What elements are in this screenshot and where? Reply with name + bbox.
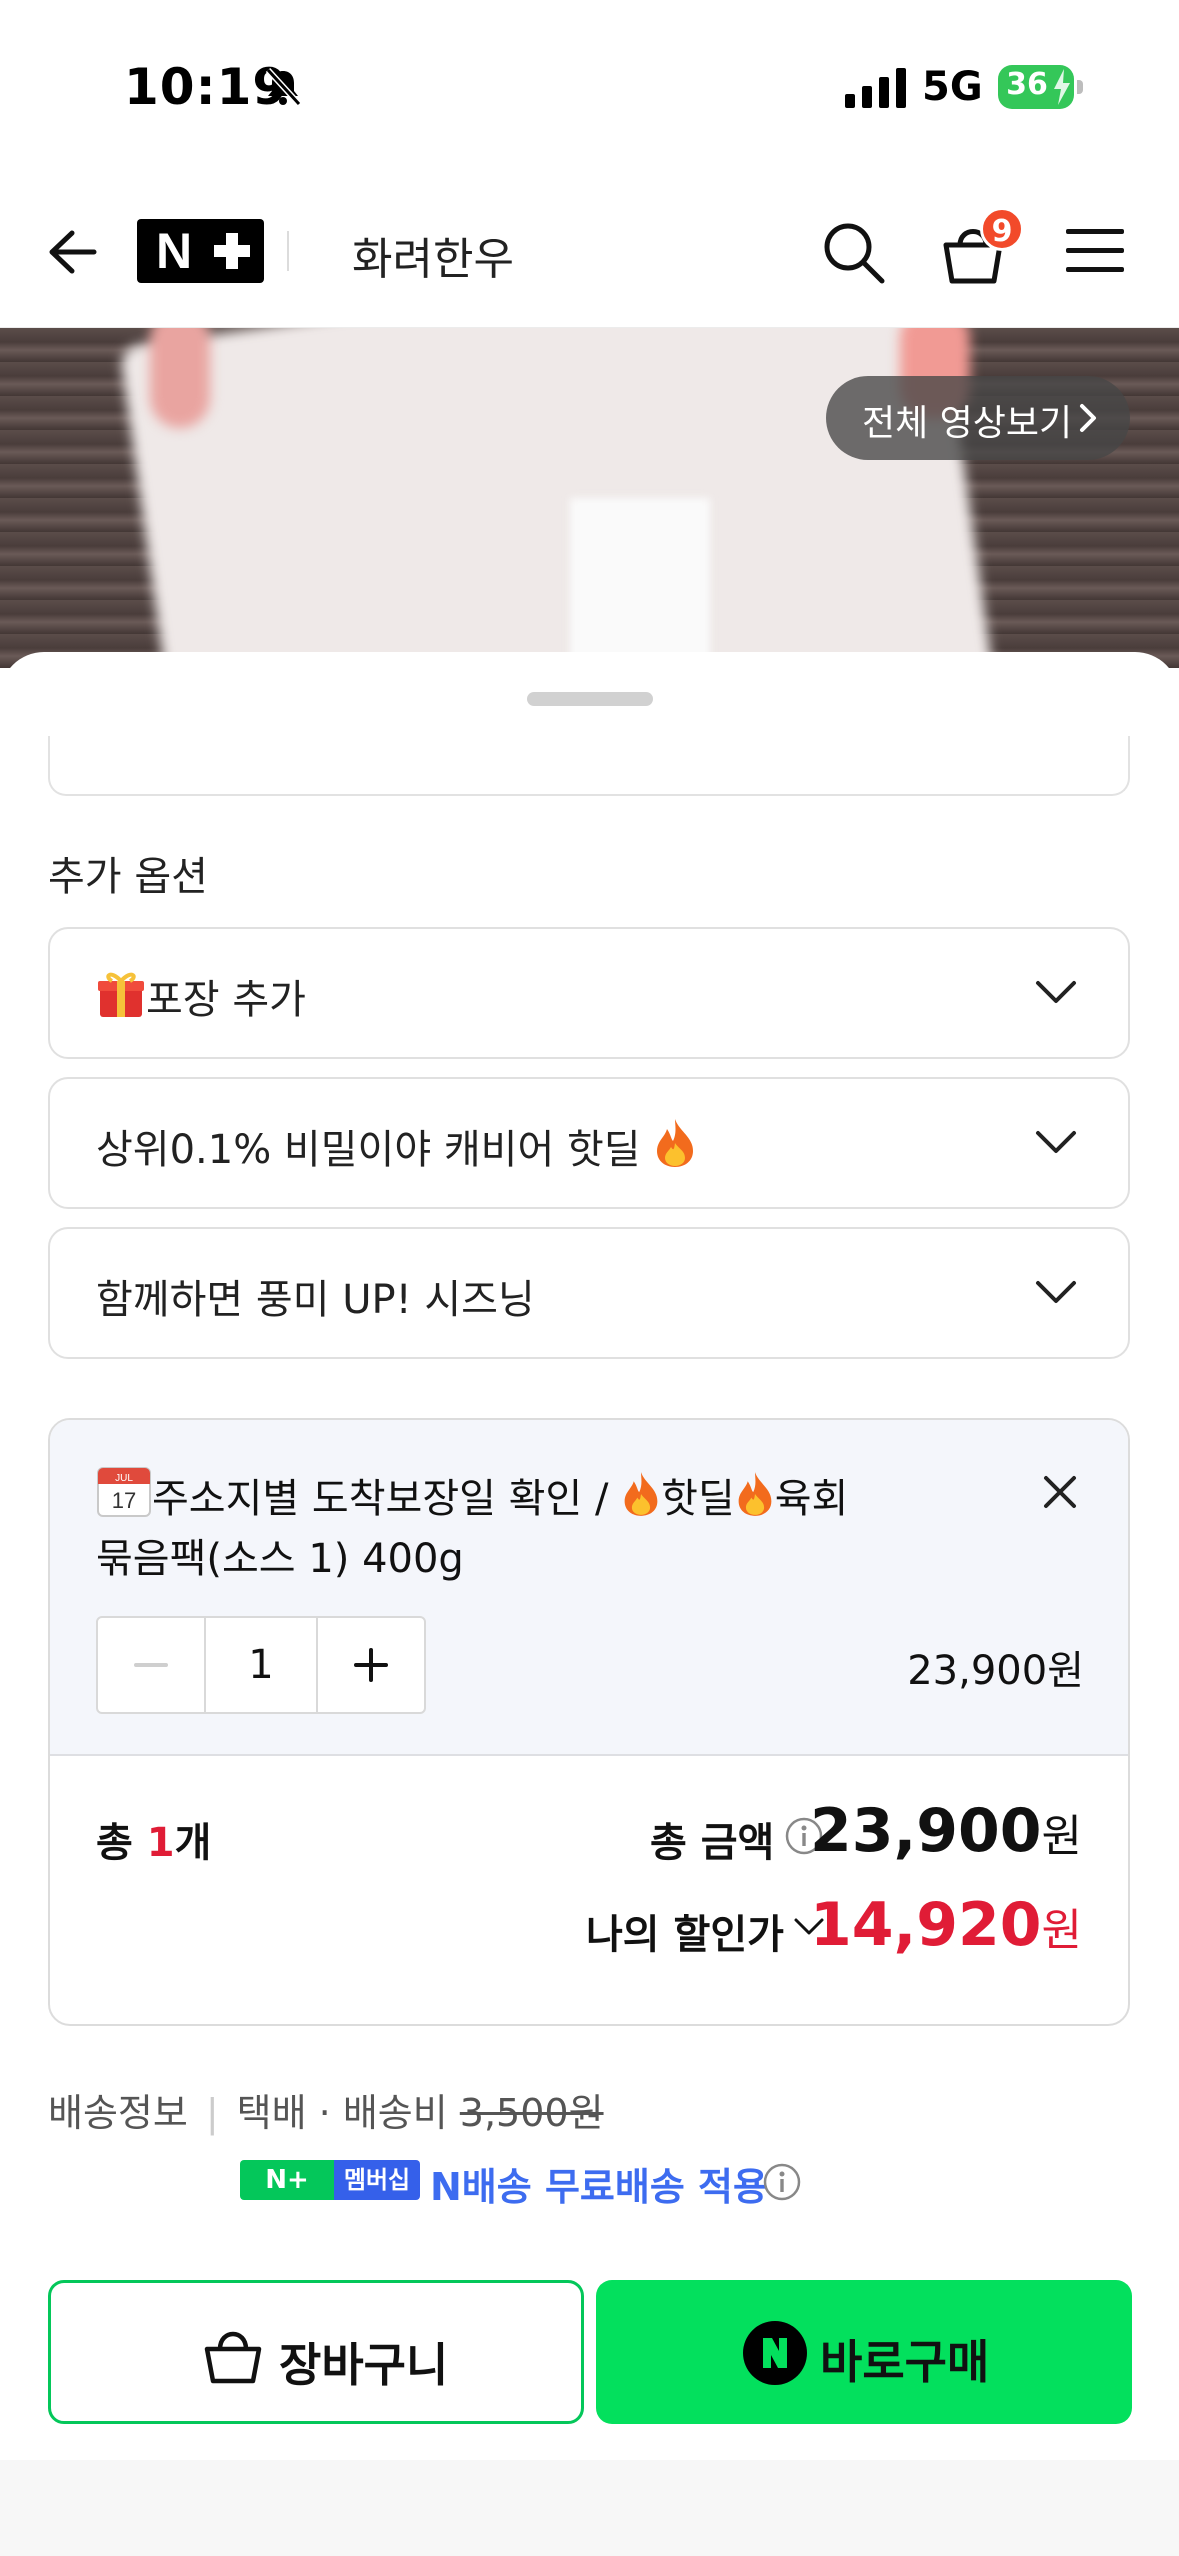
option-select-caviar-hotdeal[interactable]: 상위0.1% 비밀이야 캐비어 핫딜 (48, 1077, 1130, 1209)
discount-price: 14,920원 (810, 1890, 1082, 1960)
fire-icon (657, 1119, 694, 1167)
logo-n-letter: N (155, 223, 193, 279)
selected-product-card: JUL 17 주소지별 도착보장일 확인 / 핫딜 육회 묶음팩(소스 1) 4… (48, 1418, 1130, 2026)
status-bar: 10:19 5G 36 (0, 0, 1179, 175)
back-arrow-icon[interactable] (42, 223, 100, 281)
hamburger-menu-icon[interactable] (1064, 225, 1126, 277)
top-navigation: N 화려한우 9 (0, 175, 1179, 328)
buy-now-label: 바로구매 (820, 2335, 990, 2389)
option-text: 함께하면 풍미 UP! 시즈닝 (96, 1277, 535, 1323)
gift-icon (98, 972, 144, 1017)
charging-bolt-icon (1054, 69, 1070, 105)
n-plus-logo[interactable]: N (137, 219, 264, 283)
close-icon[interactable] (1040, 1472, 1080, 1512)
discount-currency: 원 (1041, 1905, 1082, 1956)
option-select-gift-wrap[interactable]: 포장 추가 (48, 927, 1130, 1059)
count-suffix: 개 (174, 1820, 212, 1866)
title-text-4: 묶음팩(소스 1) 400g (96, 1536, 464, 1582)
battery-indicator: 36 (998, 65, 1074, 109)
additional-options-title: 추가 옵션 (48, 854, 208, 900)
item-price: 23,900원 (907, 1648, 1084, 1694)
count-value: 1 (146, 1820, 175, 1866)
chevron-down-icon (1036, 1281, 1076, 1303)
plus-icon (214, 233, 250, 269)
battery-level: 36 (1006, 67, 1048, 102)
view-all-videos-label: 전체 영상보기 (862, 403, 1073, 444)
search-icon[interactable] (820, 219, 886, 285)
home-indicator-area (0, 2460, 1179, 2556)
calendar-icon: JUL 17 (97, 1467, 151, 1517)
cart-count-badge: 9 (980, 207, 1024, 251)
signal-icon (845, 68, 906, 108)
title-text-1: 주소지별 도착보장일 확인 / (152, 1476, 622, 1522)
minus-icon (134, 1663, 168, 1667)
selected-item-title: JUL 17 주소지별 도착보장일 확인 / 핫딜 육회 묶음팩(소스 1) 4… (96, 1464, 996, 1589)
add-to-cart-button[interactable]: 장바구니 (48, 2280, 584, 2424)
total-amount-label: 총 금액 (650, 1820, 775, 1866)
plus-icon (354, 1648, 388, 1682)
count-prefix: 총 (96, 1820, 147, 1866)
shipping-label: 배송정보 (48, 2091, 188, 2135)
option-label: 포장 추가 (96, 967, 306, 1025)
fire-icon (624, 1472, 658, 1516)
title-text-3: 육회 (774, 1476, 849, 1522)
option-bottom-sheet: 추가 옵션 포장 추가 상위0.1% 비밀이야 캐비어 핫딜 함께하면 풍미 U… (0, 652, 1179, 2556)
n-plus-badge-text: N+ (265, 2165, 309, 2195)
calendar-month: JUL (115, 1473, 133, 1484)
total-count: 총 1개 (96, 1810, 211, 1868)
previous-option-select[interactable] (48, 736, 1130, 796)
selected-item-row: JUL 17 주소지별 도착보장일 확인 / 핫딜 육회 묶음팩(소스 1) 4… (50, 1420, 1128, 1756)
option-label: 상위0.1% 비밀이야 캐비어 핫딜 (96, 1117, 697, 1175)
option-text: 포장 추가 (146, 977, 306, 1023)
add-to-cart-label: 장바구니 (279, 2338, 449, 2392)
video-frame-box (570, 498, 710, 668)
shipping-separator: | (205, 2091, 219, 2135)
shipping-fee: 3,500원 (459, 2091, 604, 2135)
decrease-quantity-button[interactable] (98, 1618, 206, 1712)
chevron-down-icon (1036, 1131, 1076, 1153)
chevron-down-icon (1036, 981, 1076, 1003)
quantity-stepper: 1 (96, 1616, 426, 1714)
membership-badge: 멤버십 (334, 2160, 420, 2200)
quantity-value[interactable]: 1 (206, 1618, 316, 1712)
total-amount: 23,900원 (810, 1796, 1082, 1866)
video-frame-hand-left (150, 328, 210, 428)
store-name[interactable]: 화려한우 (352, 223, 514, 287)
naver-n-icon (743, 2321, 807, 2385)
total-currency: 원 (1041, 1811, 1082, 1862)
shipping-method: 택배 · 배송비 (236, 2091, 448, 2135)
bell-slash-icon (265, 67, 302, 107)
option-select-seasoning[interactable]: 함께하면 풍미 UP! 시즈닝 (48, 1227, 1130, 1359)
logo-divider (287, 231, 289, 271)
fire-icon (738, 1472, 772, 1516)
increase-quantity-button[interactable] (316, 1618, 424, 1712)
discount-price-value: 14,920 (809, 1890, 1042, 1960)
view-all-videos-button[interactable]: 전체 영상보기 (826, 376, 1130, 460)
battery-tip (1077, 80, 1083, 94)
option-text: 상위0.1% 비밀이야 캐비어 핫딜 (96, 1127, 641, 1173)
my-discount-price-label[interactable]: 나의 할인가 (586, 1902, 784, 1960)
calendar-day: 17 (112, 1488, 136, 1513)
n-plus-badge: N+ (240, 2160, 334, 2200)
free-shipping-text: N배송 무료배송 적용 (430, 2165, 768, 2209)
buy-now-button[interactable]: 바로구매 (596, 2280, 1132, 2424)
chevron-right-icon (1080, 404, 1096, 432)
network-label: 5G (922, 64, 983, 110)
title-text-2: 핫딜 (661, 1476, 735, 1522)
total-amount-value: 23,900 (809, 1796, 1042, 1866)
shipping-info: 배송정보 | 택배 · 배송비 3,500원 (48, 2082, 604, 2137)
info-icon[interactable] (762, 2162, 802, 2202)
shopping-bag-icon (204, 2331, 262, 2384)
sheet-drag-handle[interactable] (527, 692, 653, 706)
